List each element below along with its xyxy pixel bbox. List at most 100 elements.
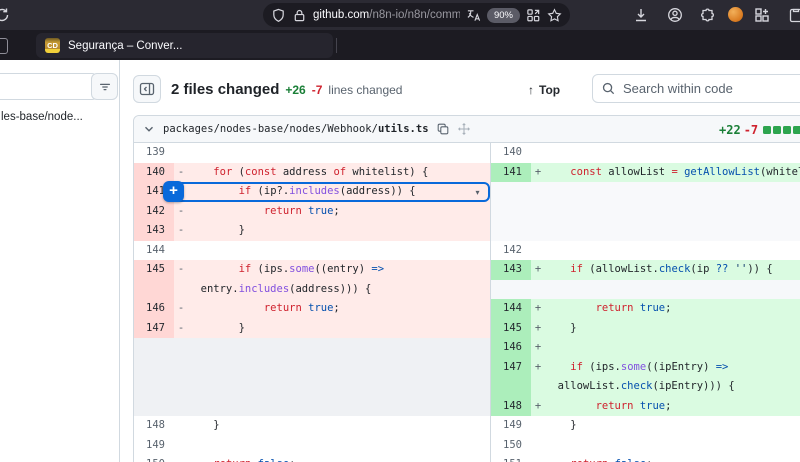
sidebar-toggle-button[interactable] bbox=[133, 75, 161, 103]
code-cell: + return true; bbox=[531, 397, 800, 417]
diff-empty-cell bbox=[491, 182, 800, 202]
line-number[interactable]: 150 bbox=[491, 436, 531, 456]
line-number-gutter[interactable]: 149 bbox=[491, 416, 531, 436]
url-bar[interactable]: github.com/n8n-io/n8n/commit/11f8597d4ad… bbox=[263, 3, 570, 27]
line-menu-caret[interactable]: ▾ bbox=[470, 185, 485, 200]
downloads-icon[interactable] bbox=[633, 7, 649, 23]
code-line bbox=[531, 241, 800, 261]
back-to-top-link[interactable]: ↑ Top bbox=[528, 83, 560, 97]
reload-icon[interactable] bbox=[0, 7, 10, 23]
line-number[interactable]: 142 bbox=[134, 202, 174, 222]
search-icon bbox=[601, 81, 616, 96]
line-number[interactable]: 147 bbox=[491, 358, 531, 378]
line-number-gutter[interactable]: 143 bbox=[491, 260, 531, 299]
code-cell: } bbox=[174, 416, 490, 436]
line-number-gutter[interactable]: 141 bbox=[491, 163, 531, 183]
line-number[interactable]: 146 bbox=[134, 299, 174, 319]
url-path: /n8n-io/n8n/commit/11f8597d4ad69ea3b bbox=[369, 9, 460, 21]
line-number-gutter[interactable]: 144 bbox=[134, 241, 174, 261]
diffstat-square bbox=[763, 126, 771, 134]
diff-empty-cell bbox=[134, 397, 491, 417]
diffstat-square bbox=[773, 126, 781, 134]
search-input[interactable] bbox=[592, 74, 800, 103]
add-comment-button[interactable]: + bbox=[163, 181, 184, 202]
up-arrow-icon: ↑ bbox=[528, 83, 534, 97]
clipboard-icon[interactable] bbox=[788, 7, 800, 23]
line-number[interactable]: 140 bbox=[491, 143, 531, 163]
line-number[interactable]: 146 bbox=[491, 338, 531, 358]
file-filter-input[interactable] bbox=[0, 73, 98, 100]
line-number-gutter[interactable]: 146 bbox=[491, 338, 531, 358]
line-number[interactable]: 142 bbox=[491, 241, 531, 261]
code-line: } bbox=[531, 416, 800, 436]
filter-button[interactable] bbox=[91, 73, 118, 100]
account-icon[interactable] bbox=[667, 7, 683, 23]
active-tab[interactable]: CD Segurança – Conver... bbox=[36, 33, 333, 58]
line-number[interactable]: 149 bbox=[491, 416, 531, 436]
line-number[interactable]: 144 bbox=[134, 241, 174, 261]
line-number-gutter[interactable]: 145 bbox=[134, 260, 174, 299]
chevron-down-icon[interactable] bbox=[142, 122, 156, 136]
line-number[interactable]: 141 bbox=[491, 163, 531, 183]
code-cell: + return true; bbox=[531, 299, 800, 319]
line-number-gutter[interactable]: 148 bbox=[491, 397, 531, 417]
line-number[interactable]: 151 bbox=[491, 455, 531, 462]
extensions-grid-icon[interactable] bbox=[754, 7, 770, 23]
line-number-gutter[interactable]: 150 bbox=[134, 455, 174, 462]
line-number[interactable]: 140 bbox=[134, 163, 174, 183]
code-line: + } bbox=[531, 319, 800, 339]
line-number[interactable]: 147 bbox=[134, 319, 174, 339]
diff-row: 149 150 bbox=[134, 436, 800, 456]
file-dir: packages/nodes-base/nodes/Webhook/ bbox=[163, 123, 378, 135]
line-number-gutter[interactable]: 140 bbox=[491, 143, 531, 163]
line-number[interactable]: 145 bbox=[134, 260, 174, 280]
line-number[interactable]: 139 bbox=[134, 143, 174, 163]
shield-icon[interactable] bbox=[271, 8, 286, 23]
code-cell: + } bbox=[531, 319, 800, 339]
diff-main: 2 files changed +26 -7 lines changed ↑ T… bbox=[121, 60, 800, 462]
line-number-gutter[interactable]: 145 bbox=[491, 319, 531, 339]
files-changed-title: 2 files changed bbox=[171, 81, 279, 98]
diff-empty-cell bbox=[491, 221, 800, 241]
code-cell bbox=[531, 241, 800, 261]
line-number-gutter[interactable]: 140 bbox=[134, 163, 174, 183]
line-number[interactable]: 145 bbox=[491, 319, 531, 339]
code-cell: - return true; bbox=[174, 299, 490, 319]
extension-puzzle-icon[interactable] bbox=[700, 7, 716, 23]
copy-path-icon[interactable] bbox=[436, 122, 450, 136]
code-line: return false; bbox=[531, 455, 800, 462]
line-number-gutter[interactable]: 147 bbox=[491, 358, 531, 397]
bookmark-star-icon[interactable] bbox=[547, 8, 562, 23]
line-number-gutter[interactable]: 139 bbox=[134, 143, 174, 163]
file-header: packages/nodes-base/nodes/Webhook/utils.… bbox=[134, 116, 800, 143]
tab-separator bbox=[336, 38, 337, 53]
line-number-gutter[interactable]: 149 bbox=[134, 436, 174, 456]
translate-icon[interactable] bbox=[466, 8, 481, 23]
line-number[interactable]: 144 bbox=[491, 299, 531, 319]
line-number[interactable]: 150 bbox=[134, 455, 174, 462]
extension-orange-icon[interactable] bbox=[728, 7, 743, 22]
line-number-gutter[interactable]: 143 bbox=[134, 221, 174, 241]
line-number-gutter[interactable]: 142 bbox=[491, 241, 531, 261]
line-number-gutter[interactable]: 142 bbox=[134, 202, 174, 222]
zoom-level-badge[interactable]: 90% bbox=[487, 8, 520, 23]
line-number[interactable]: 143 bbox=[134, 221, 174, 241]
code-line: - return true; bbox=[174, 202, 490, 222]
code-cell: + bbox=[531, 338, 800, 358]
line-number-gutter[interactable]: 150 bbox=[491, 436, 531, 456]
line-number[interactable]: 149 bbox=[134, 436, 174, 456]
line-number-gutter[interactable]: 146 bbox=[134, 299, 174, 319]
tiles-icon[interactable] bbox=[526, 8, 541, 23]
line-number-gutter[interactable]: 147 bbox=[134, 319, 174, 339]
search-within-code bbox=[592, 74, 800, 103]
line-number[interactable]: 148 bbox=[491, 397, 531, 417]
lines-changed-label: lines changed bbox=[328, 83, 402, 97]
drag-handle-icon[interactable] bbox=[457, 122, 471, 136]
line-number[interactable]: 143 bbox=[491, 260, 531, 280]
file-tree-item[interactable]: les-base/node... bbox=[1, 111, 83, 123]
line-number-gutter[interactable]: 148 bbox=[134, 416, 174, 436]
line-number[interactable]: 148 bbox=[134, 416, 174, 436]
lock-icon[interactable] bbox=[292, 8, 307, 23]
line-number-gutter[interactable]: 151 bbox=[491, 455, 531, 462]
line-number-gutter[interactable]: 144 bbox=[491, 299, 531, 319]
